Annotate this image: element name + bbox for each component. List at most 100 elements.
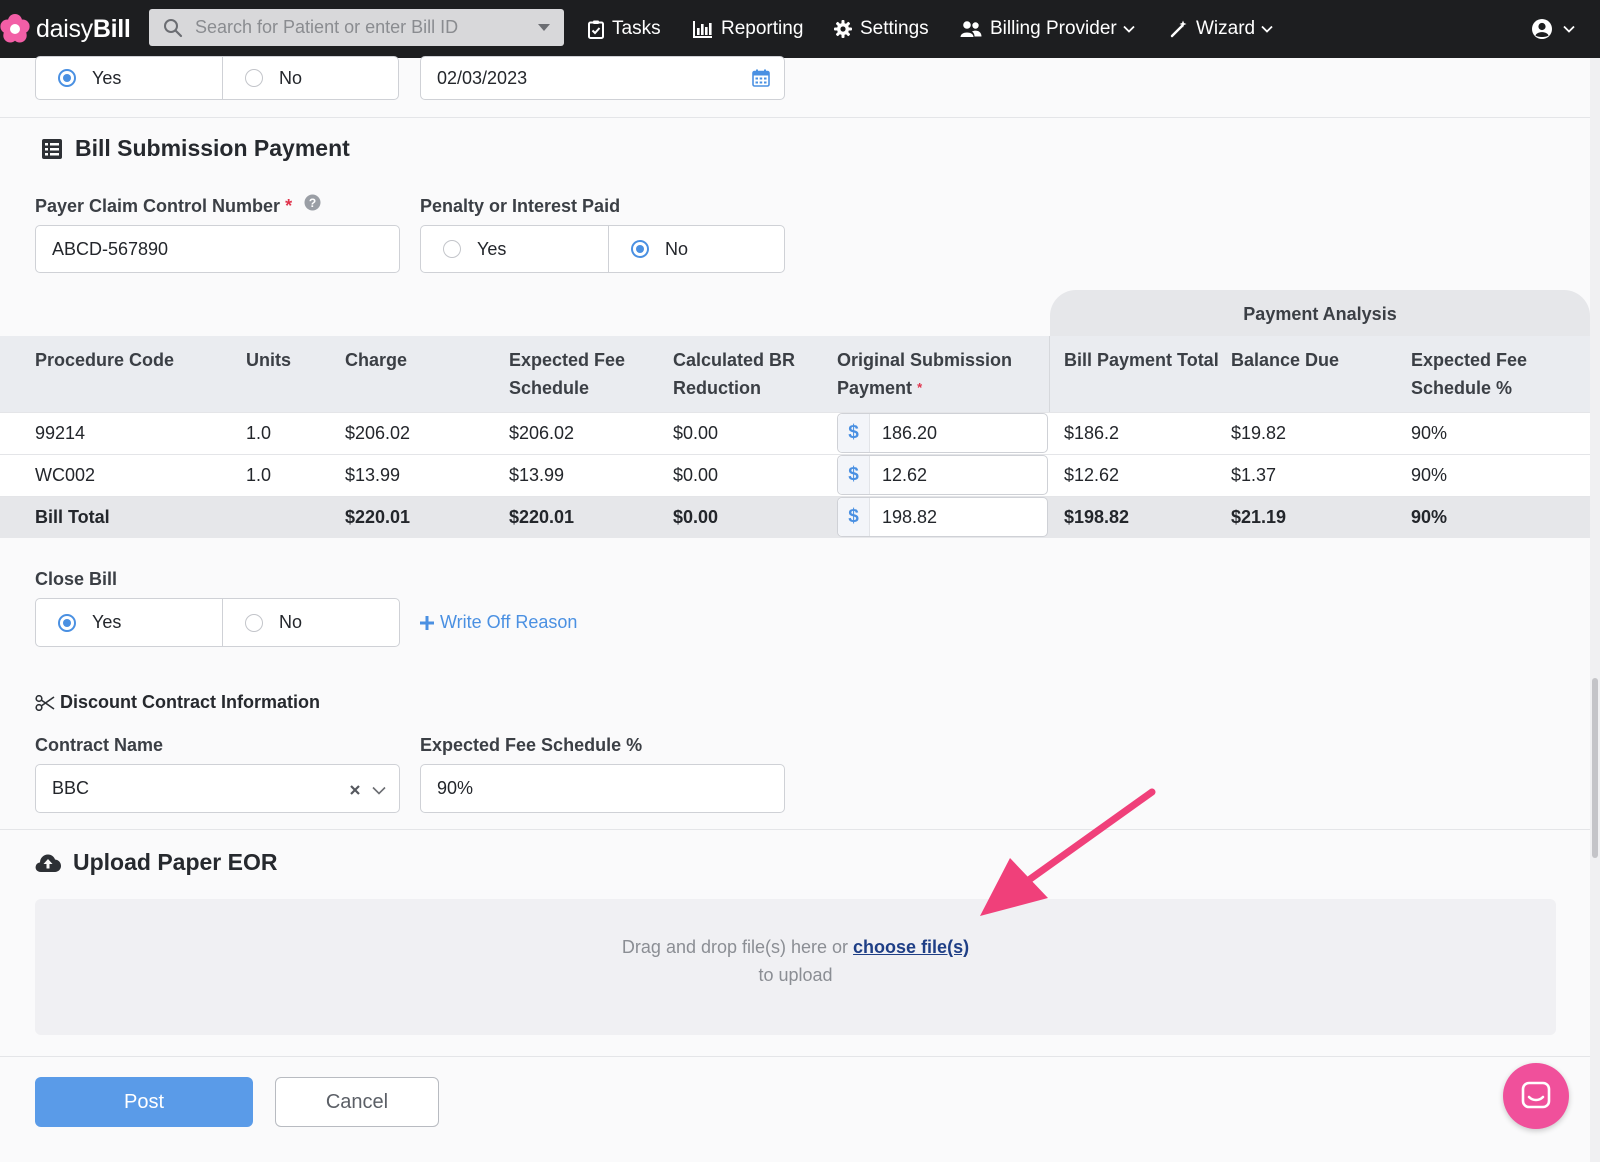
section-divider <box>0 829 1590 830</box>
th-charge: Charge <box>345 350 408 370</box>
total-charge: $220.01 <box>345 507 411 527</box>
scrollbar-thumb[interactable] <box>1592 678 1598 858</box>
top-nav-bar: daisyBill Tasks Reporting <box>0 0 1600 58</box>
radio-unselected-icon <box>443 240 461 258</box>
search-input[interactable] <box>195 17 525 38</box>
search-dropdown-caret-icon[interactable] <box>538 24 550 31</box>
cell-charge: $206.02 <box>345 423 411 443</box>
total-bill-payment: $198.82 <box>1064 507 1130 527</box>
cancel-button[interactable]: Cancel <box>275 1077 439 1127</box>
chat-support-button[interactable] <box>1503 1063 1569 1129</box>
th-units: Units <box>246 350 291 370</box>
help-question-icon[interactable]: ? <box>304 194 321 211</box>
calendar-icon[interactable] <box>752 69 770 87</box>
original-submission-payment-input[interactable] <box>882 422 1042 444</box>
cell-br-reduction: $0.00 <box>673 465 719 485</box>
penalty-radio-no[interactable]: No <box>607 226 784 272</box>
table-row <box>0 454 1590 496</box>
bill-total-row <box>0 496 1590 538</box>
radio-selected-icon <box>58 613 76 632</box>
penalty-radio-yes[interactable]: Yes <box>421 226 608 272</box>
top-radio-yes[interactable]: Yes <box>36 57 222 99</box>
total-payment-field[interactable]: $ <box>837 497 1048 537</box>
close-bill-yes-label: Yes <box>92 612 122 632</box>
nav-tasks[interactable]: Tasks <box>588 0 661 58</box>
user-account-menu[interactable] <box>1531 0 1575 58</box>
required-asterisk: * <box>285 196 293 216</box>
top-radio-no[interactable]: No <box>221 57 398 99</box>
penalty-interest-label: Penalty or Interest Paid <box>420 196 621 216</box>
nav-billing-provider[interactable]: Billing Provider <box>960 0 1135 58</box>
cell-bill-payment-total: $12.62 <box>1064 465 1120 485</box>
date-field[interactable]: 02/03/2023 <box>420 56 785 100</box>
contract-name-select[interactable]: BBC <box>35 764 400 813</box>
close-bill-label: Close Bill <box>35 569 118 589</box>
close-bill-radio-yes[interactable]: Yes <box>36 599 222 646</box>
nav-settings-label: Settings <box>860 18 929 39</box>
expected-fee-pct-input[interactable] <box>420 764 785 813</box>
upload-paper-eor-heading: Upload Paper EOR <box>35 849 277 876</box>
th-expected-fee-schedule: Expected Fee Schedule <box>509 350 626 398</box>
total-balance-due: $21.19 <box>1231 507 1287 527</box>
payment-amount-field[interactable]: $ <box>837 413 1048 453</box>
chevron-down-icon[interactable] <box>372 786 386 795</box>
daisy-flower-icon <box>0 14 30 43</box>
daisybill-logo[interactable]: daisyBill <box>0 0 148 58</box>
radio-unselected-icon <box>244 613 263 632</box>
nav-reporting[interactable]: Reporting <box>693 0 803 58</box>
drop-zone-instructions: Drag and drop file(s) here or choose fil… <box>35 933 1556 989</box>
cell-expected-pct: 90% <box>1411 423 1448 443</box>
gear-icon <box>834 20 852 38</box>
radio-selected-icon <box>630 240 649 258</box>
plus-icon <box>420 615 434 630</box>
write-off-reason-link[interactable]: Write Off Reason <box>420 612 577 633</box>
close-bill-no-label: No <box>278 612 302 632</box>
search-icon <box>164 18 183 37</box>
discount-contract-title: Discount Contract Information <box>60 692 320 712</box>
th-bill-payment-total: Bill Payment Total <box>1064 350 1219 370</box>
date-value: 02/03/2023 <box>437 67 528 88</box>
clear-x-icon[interactable] <box>349 784 361 796</box>
patient-search-box[interactable] <box>149 9 564 46</box>
file-drop-zone[interactable]: Drag and drop file(s) here or choose fil… <box>35 899 1556 1035</box>
post-button[interactable]: Post <box>35 1077 253 1127</box>
annotation-arrow-icon <box>980 788 1156 916</box>
payment-amount-field[interactable]: $ <box>837 455 1048 495</box>
payer-claim-label-text: Payer Claim Control Number <box>35 196 281 216</box>
magic-wand-icon <box>1170 20 1187 38</box>
page-scrollbar[interactable] <box>1590 58 1600 1162</box>
nav-settings[interactable]: Settings <box>834 0 929 58</box>
cell-balance-due: $1.37 <box>1231 465 1277 485</box>
users-group-icon <box>960 21 982 37</box>
payer-claim-label: Payer Claim Control Number * ? <box>35 194 321 217</box>
nav-reporting-label: Reporting <box>721 18 804 39</box>
th-procedure-code: Procedure Code <box>35 350 175 370</box>
write-off-reason-label: Write Off Reason <box>440 612 578 632</box>
cell-balance-due: $19.82 <box>1231 423 1287 443</box>
nav-wizard[interactable]: Wizard <box>1170 0 1273 58</box>
cell-expected-pct: 90% <box>1411 465 1448 485</box>
penalty-radio-no-label: No <box>664 238 688 259</box>
list-table-icon <box>42 138 62 159</box>
bill-total-label: Bill Total <box>35 507 110 527</box>
payer-claim-control-number-input[interactable] <box>35 225 400 273</box>
user-circle-icon <box>1532 19 1552 39</box>
cell-expected-fee: $13.99 <box>509 465 565 485</box>
table-row <box>0 412 1590 454</box>
scissors-icon <box>35 694 55 711</box>
chevron-down-icon <box>1123 25 1135 33</box>
original-submission-payment-input[interactable] <box>882 464 1042 486</box>
discount-contract-heading: Discount Contract Information <box>35 692 320 713</box>
total-br-reduction: $0.00 <box>673 507 719 527</box>
section-divider <box>0 117 1590 118</box>
total-submission-payment-input[interactable] <box>882 506 1042 528</box>
nav-wizard-label: Wizard <box>1196 18 1256 39</box>
bill-submission-payment-title: Bill Submission Payment <box>75 135 350 161</box>
cell-units: 1.0 <box>246 465 272 485</box>
upload-paper-eor-title: Upload Paper EOR <box>73 849 278 875</box>
close-bill-radio-no[interactable]: No <box>221 599 399 646</box>
contract-name-label: Contract Name <box>35 735 164 755</box>
chevron-down-icon <box>1261 25 1273 33</box>
choose-files-link[interactable]: choose file(s) <box>853 937 969 957</box>
th-balance-due: Balance Due <box>1231 350 1340 370</box>
